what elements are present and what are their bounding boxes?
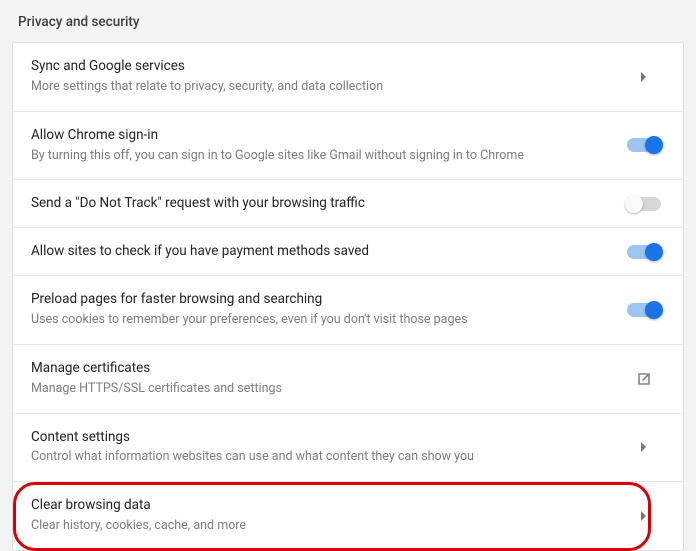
row-subtitle: Clear history, cookies, cache, and more [31, 517, 611, 536]
row-preload-pages: Preload pages for faster browsing and se… [13, 276, 683, 345]
row-subtitle: Control what information websites can us… [31, 448, 611, 467]
row-title: Clear browsing data [31, 496, 611, 515]
row-subtitle: More settings that relate to privacy, se… [31, 78, 611, 97]
row-title: Content settings [31, 428, 611, 447]
row-text: Preload pages for faster browsing and se… [31, 290, 623, 330]
row-text: Allow Chrome sign-in By turning this off… [31, 126, 623, 166]
chevron-right-icon [623, 71, 665, 83]
row-subtitle: Manage HTTPS/SSL certificates and settin… [31, 380, 611, 399]
toggle-switch-off [627, 197, 661, 211]
row-clear-browsing-data[interactable]: Clear browsing data Clear history, cooki… [13, 482, 683, 550]
row-text: Content settings Control what informatio… [31, 428, 623, 468]
external-link-icon [623, 371, 665, 387]
row-manage-certificates[interactable]: Manage certificates Manage HTTPS/SSL cer… [13, 345, 683, 414]
row-subtitle: By turning this off, you can sign in to … [31, 147, 611, 166]
row-do-not-track: Send a "Do Not Track" request with your … [13, 180, 683, 228]
row-sync-google-services[interactable]: Sync and Google services More settings t… [13, 43, 683, 112]
row-payment-methods: Allow sites to check if you have payment… [13, 228, 683, 276]
row-allow-chrome-sign-in: Allow Chrome sign-in By turning this off… [13, 112, 683, 181]
toggle-preload-pages[interactable] [623, 303, 665, 317]
row-content-settings[interactable]: Content settings Control what informatio… [13, 414, 683, 483]
toggle-switch-on [627, 138, 661, 152]
row-title: Manage certificates [31, 359, 611, 378]
row-text: Manage certificates Manage HTTPS/SSL cer… [31, 359, 623, 399]
section-title: Privacy and security [0, 0, 696, 42]
toggle-switch-on [627, 303, 661, 317]
row-text: Sync and Google services More settings t… [31, 57, 623, 97]
chevron-right-icon [623, 510, 665, 522]
toggle-switch-on [627, 245, 661, 259]
row-title: Sync and Google services [31, 57, 611, 76]
row-title: Send a "Do Not Track" request with your … [31, 194, 611, 213]
chevron-right-icon [623, 441, 665, 453]
row-title: Preload pages for faster browsing and se… [31, 290, 611, 309]
row-subtitle: Uses cookies to remember your preference… [31, 311, 611, 330]
row-text: Allow sites to check if you have payment… [31, 242, 623, 261]
row-title: Allow sites to check if you have payment… [31, 242, 611, 261]
row-text: Clear browsing data Clear history, cooki… [31, 496, 623, 536]
row-text: Send a "Do Not Track" request with your … [31, 194, 623, 213]
settings-card: Sync and Google services More settings t… [12, 42, 684, 551]
toggle-allow-sign-in[interactable] [623, 138, 665, 152]
toggle-do-not-track[interactable] [623, 197, 665, 211]
row-title: Allow Chrome sign-in [31, 126, 611, 145]
toggle-payment-methods[interactable] [623, 245, 665, 259]
